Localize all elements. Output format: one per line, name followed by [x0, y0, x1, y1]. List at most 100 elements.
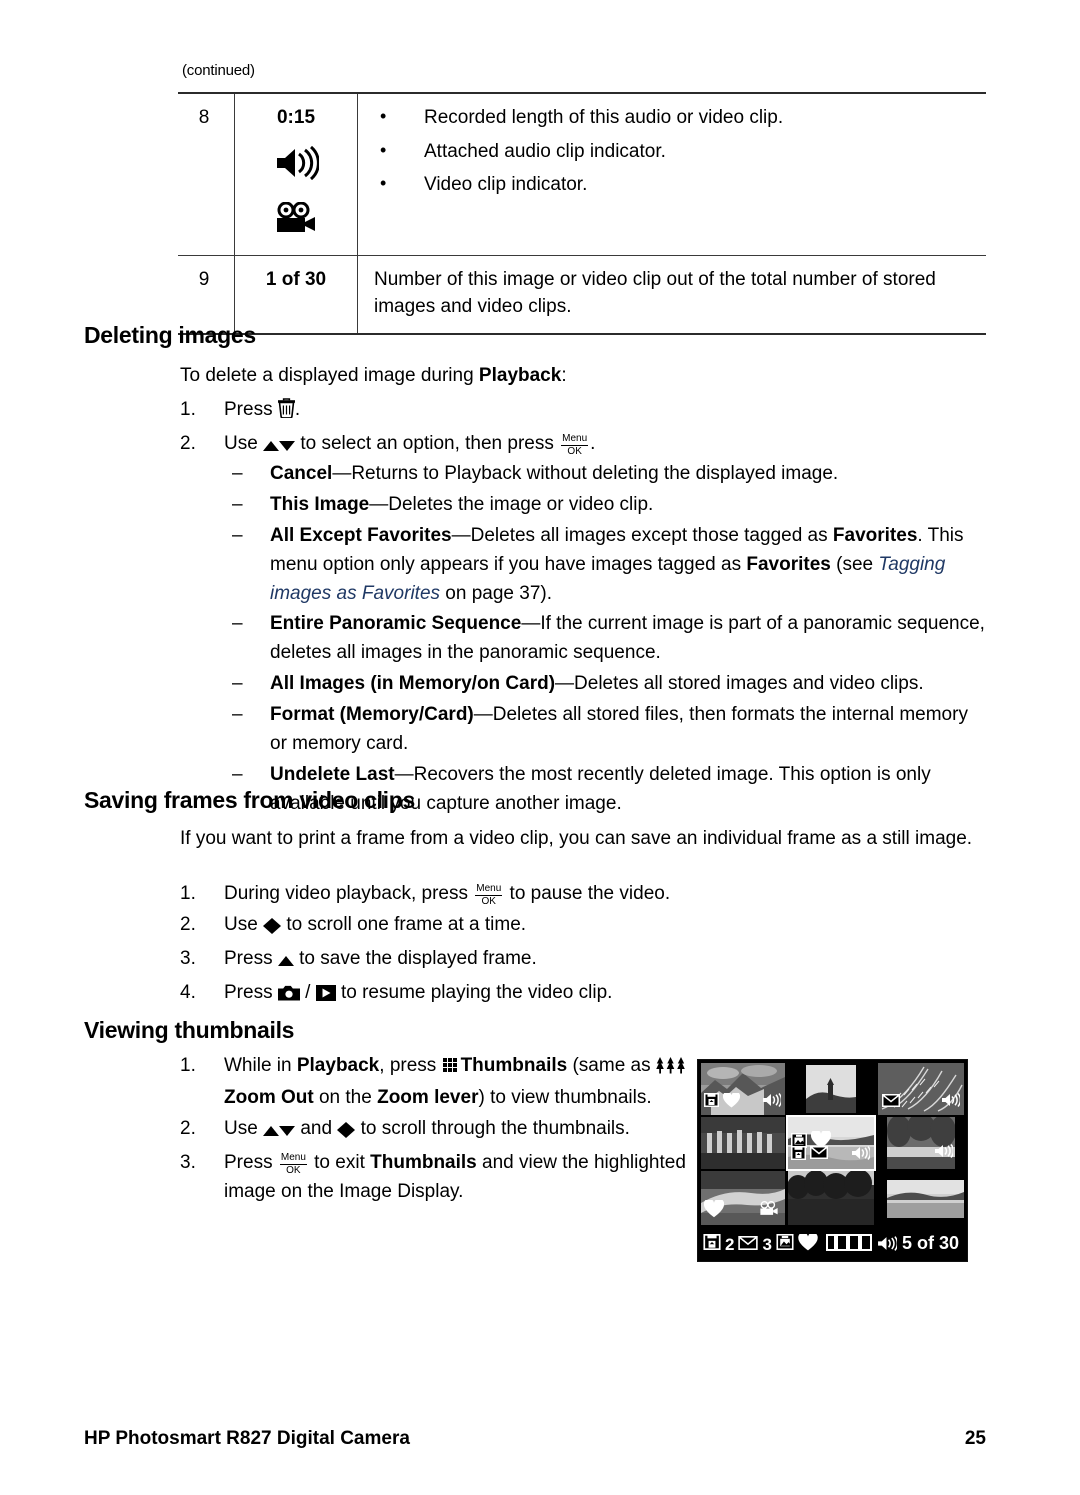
step-text-end: . — [294, 399, 301, 420]
row-value-8: 0:15 — [234, 91, 358, 256]
table-row: 8 0:15 • Recorded length of this audio o… — [178, 91, 986, 256]
step-text-c: (same as — [567, 1055, 656, 1076]
option-desc-d: on page 37). — [440, 582, 552, 604]
step-bold-playback: Playback — [296, 1055, 380, 1076]
step-bold-thumbnails: Thumbnails — [460, 1055, 568, 1076]
speaker-icon — [762, 1093, 783, 1112]
email-icon — [738, 1235, 759, 1255]
list-item: This Image—Deletes the image or video cl… — [228, 491, 990, 520]
option-term: Cancel — [270, 463, 333, 484]
saving-frames-steps: 1. During video playback, press Menu OK to… — [180, 880, 988, 1013]
option-desc-c: (see — [830, 553, 879, 575]
video-camera-icon — [759, 1201, 779, 1221]
list-item-selected[interactable] — [788, 1117, 874, 1169]
option-desc: Returns to Playback without deleting the… — [351, 463, 839, 484]
deleting-images-intro: To delete a displayed image during Playb… — [180, 362, 988, 391]
document-page: (continued) 8 0:15 • Recorded length of … — [0, 0, 1080, 1495]
option-desc: Deletes the image or video clip. — [388, 493, 654, 515]
speaker-icon — [235, 145, 357, 189]
intro-text-c: : — [561, 365, 567, 386]
list-item: Attached audio clip indicator. — [374, 137, 986, 167]
list-item: 1. Press . — [180, 396, 988, 428]
option-term: All Except Favorites — [270, 524, 452, 546]
list-item: 1. While in Playback, press Thumbnails (s… — [180, 1052, 692, 1113]
step-text-e: ) to view thumbnails. — [478, 1086, 652, 1108]
deleting-images-steps: 1. Press . 2. Use to select an option, the… — [180, 396, 988, 464]
camera-status-audio-and-count: 5 of 30 — [877, 1233, 967, 1256]
thumbnail-grid — [698, 1060, 967, 1228]
print-count: 2 — [725, 1234, 735, 1254]
step-text-end: to save the displayed frame. — [293, 947, 537, 969]
list-item: 3. Press to save the displayed frame. — [180, 945, 988, 977]
option-dash: — — [555, 673, 575, 695]
heart-icon — [798, 1232, 818, 1256]
filmstrip-icon — [825, 1233, 872, 1256]
step-text-a: Use — [224, 1117, 264, 1139]
step-number: 1. — [180, 1055, 196, 1076]
email-count: 3 — [762, 1234, 772, 1254]
list-item[interactable] — [701, 1171, 785, 1225]
step-text: Use — [224, 432, 264, 454]
option-term: All Images (in Memory/on Card) — [270, 673, 556, 695]
step-text-b: and — [295, 1117, 338, 1139]
row-icon-stack — [235, 145, 357, 243]
option-dash: — — [369, 493, 389, 515]
step-separator: / — [299, 981, 316, 1003]
list-item[interactable] — [878, 1063, 964, 1115]
camera-status-bar: 2 3 5 of 30 — [698, 1228, 967, 1261]
step-text-d: on the — [313, 1086, 378, 1108]
delete-options-list: Cancel—Returns to Playback without delet… — [228, 460, 990, 821]
option-desc: Deletes all stored images and video clip… — [574, 673, 924, 695]
email-icon — [882, 1094, 900, 1112]
step-text-b: , press — [379, 1055, 442, 1076]
up-down-arrows-icon — [263, 1118, 296, 1147]
table-row: 9 1 of 30 Number of this image or video … — [178, 254, 986, 335]
list-item: Recorded length of this audio or video c… — [374, 103, 986, 133]
step-bold-thumbnails: Thumbnails — [370, 1151, 477, 1173]
list-item: 2. Use to scroll one frame at a time. — [180, 911, 988, 943]
list-item[interactable] — [701, 1117, 785, 1169]
option-dash: — — [394, 763, 414, 785]
list-item: Video clip indicator. — [374, 170, 986, 200]
speaker-icon — [877, 1235, 902, 1255]
row-description-9: Number of this image or video clip out o… — [357, 254, 986, 335]
list-item[interactable] — [788, 1063, 874, 1115]
camera-thumbnails-screen-figure: 2 3 5 of 30 — [697, 1059, 968, 1262]
option-dash: — — [521, 613, 541, 635]
list-item: 2. Use to select an option, then press Me… — [180, 430, 988, 462]
list-item: 1. During video playback, press Menu OK to… — [180, 880, 988, 909]
print-icon — [703, 1234, 721, 1255]
list-item[interactable] — [887, 1117, 955, 1169]
option-dash: — — [332, 463, 352, 484]
step-bold-zoom-lever: Zoom lever — [377, 1086, 479, 1108]
step-text: During video playback, press — [224, 883, 474, 904]
screen-indicators-table: 8 0:15 • Recorded length of this audio o… — [178, 91, 986, 335]
step-number: 1. — [180, 883, 196, 904]
step-bold-zoom-out: Zoom Out — [224, 1086, 314, 1108]
list-item[interactable] — [788, 1171, 874, 1225]
option-term: This Image — [270, 493, 370, 515]
row-index-8: 8 — [178, 91, 235, 256]
step-number: 2. — [180, 1117, 196, 1139]
menu-ok-icon: Menu OK — [475, 883, 503, 907]
option-dash: — — [473, 704, 493, 725]
step-text-end: to resume playing the video clip. — [335, 981, 613, 1003]
step-text-mid: to select an option, then press — [295, 432, 560, 454]
list-item: 2. Use and to scroll through the thumbnai… — [180, 1115, 692, 1147]
page-title-saving-frames: Saving frames from video clips — [84, 787, 416, 813]
step-text-b: to exit — [308, 1151, 371, 1173]
page-number: 25 — [964, 1428, 986, 1449]
step-text-end: . — [590, 432, 596, 454]
step-number: 2. — [180, 913, 196, 935]
left-right-arrows-icon — [263, 914, 282, 943]
camera-icon — [277, 982, 300, 1011]
option-term: Format (Memory/Card) — [270, 704, 474, 725]
step-text-end: to scroll one frame at a time. — [281, 913, 527, 935]
list-item[interactable] — [701, 1063, 785, 1115]
option-dash: — — [451, 524, 471, 546]
table-continued-label: (continued) — [182, 62, 255, 79]
list-item[interactable] — [887, 1180, 964, 1218]
zoom-out-trees-icon — [656, 1055, 686, 1084]
image-position-label: 5 of 30 — [901, 1233, 959, 1253]
row-description-8: Recorded length of this audio or video c… — [357, 91, 986, 256]
